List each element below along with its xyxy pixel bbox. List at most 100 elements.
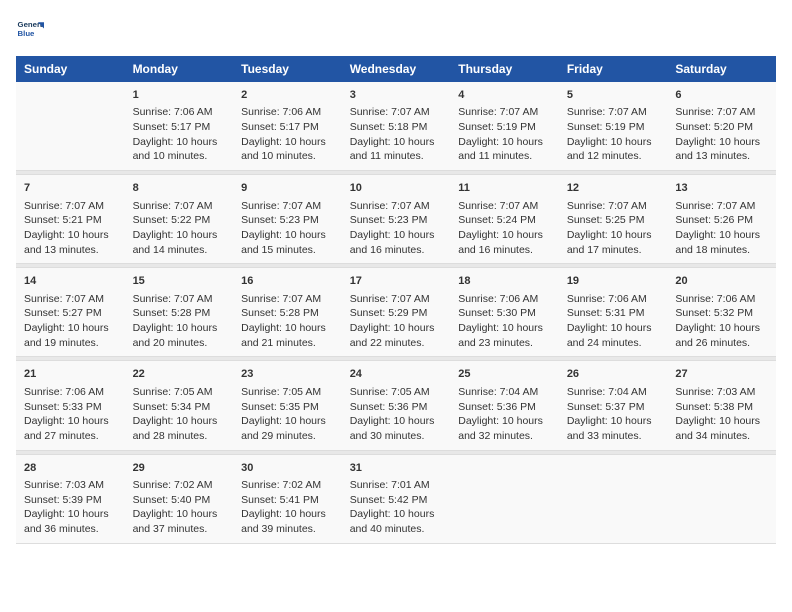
day-number: 8: [133, 181, 226, 196]
calendar-cell: 20Sunrise: 7:06 AMSunset: 5:32 PMDayligh…: [667, 268, 776, 357]
sunrise-text: Sunrise: 7:05 AM: [241, 386, 321, 398]
day-number: 18: [458, 274, 551, 289]
day-number: 7: [24, 181, 117, 196]
col-header-tuesday: Tuesday: [233, 56, 342, 82]
calendar-cell: 5 Sunrise: 7:07 AM Sunset: 5:19 PM Daylight…: [559, 82, 668, 171]
day-number: 1: [133, 88, 226, 103]
sunset-text: Sunset: 5:41 PM: [241, 494, 319, 506]
daylight-text: Daylight: 10 hours and 32 minutes.: [458, 415, 543, 442]
col-header-friday: Friday: [559, 56, 668, 82]
day-number: 12: [567, 181, 660, 196]
sunrise-text: Sunrise: 7:07 AM: [241, 200, 321, 212]
sunset-text: Sunset: 5:19 PM: [567, 121, 645, 133]
sunrise-text: Sunrise: 7:01 AM: [350, 479, 430, 491]
calendar-cell: [559, 454, 668, 543]
day-number: 26: [567, 367, 660, 382]
calendar-cell: 17Sunrise: 7:07 AMSunset: 5:29 PMDayligh…: [342, 268, 451, 357]
sunrise-text: Sunrise: 7:05 AM: [350, 386, 430, 398]
daylight-text: Daylight: 10 hours and 28 minutes.: [133, 415, 218, 442]
sunset-text: Sunset: 5:37 PM: [567, 401, 645, 413]
header-row: SundayMondayTuesdayWednesdayThursdayFrid…: [16, 56, 776, 82]
sunset-text: Sunset: 5:31 PM: [567, 307, 645, 319]
sunset-text: Sunset: 5:28 PM: [241, 307, 319, 319]
sunrise-text: Sunrise: 7:06 AM: [567, 293, 647, 305]
sunset-text: Sunset: 5:38 PM: [675, 401, 753, 413]
daylight-text: Daylight: 10 hours and 11 minutes.: [458, 136, 543, 163]
daylight-text: Daylight: 10 hours and 13 minutes.: [24, 229, 109, 256]
day-number: 19: [567, 274, 660, 289]
sunset-text: Sunset: 5:35 PM: [241, 401, 319, 413]
sunset-text: Sunset: 5:23 PM: [241, 214, 319, 226]
daylight-text: Daylight: 10 hours and 39 minutes.: [241, 508, 326, 535]
daylight-text: Daylight: 10 hours and 17 minutes.: [567, 229, 652, 256]
day-number: 22: [133, 367, 226, 382]
header: General Blue: [16, 16, 776, 44]
day-number: 6: [675, 88, 768, 103]
calendar-cell: 3Sunrise: 7:07 AMSunset: 5:18 PMDaylight…: [342, 82, 451, 171]
calendar-cell: 6Sunrise: 7:07 AMSunset: 5:20 PMDaylight…: [667, 82, 776, 171]
daylight-text: Daylight: 10 hours and 33 minutes.: [567, 415, 652, 442]
sunrise-text: Sunrise: 7:07 AM: [133, 200, 213, 212]
daylight-text: Daylight: 10 hours and 21 minutes.: [241, 322, 326, 349]
sunrise-text: Sunrise: 7:07 AM: [24, 293, 104, 305]
col-header-monday: Monday: [125, 56, 234, 82]
sunrise-text: Sunrise: 7:06 AM: [24, 386, 104, 398]
svg-text:Blue: Blue: [18, 29, 36, 38]
sunset-text: Sunset: 5:29 PM: [350, 307, 428, 319]
day-number: 11: [458, 181, 551, 196]
sunrise-text: Sunrise: 7:04 AM: [458, 386, 538, 398]
sunrise-text: Sunrise: 7:02 AM: [241, 479, 321, 491]
col-header-saturday: Saturday: [667, 56, 776, 82]
daylight-text: Daylight: 10 hours and 18 minutes.: [675, 229, 760, 256]
calendar-cell: 2Sunrise: 7:06 AMSunset: 5:17 PMDaylight…: [233, 82, 342, 171]
sunrise-text: Sunrise: 7:06 AM: [675, 293, 755, 305]
sunrise-text: Sunrise: 7:07 AM: [458, 200, 538, 212]
sunset-text: Sunset: 5:32 PM: [675, 307, 753, 319]
sunset-text: Sunset: 5:27 PM: [24, 307, 102, 319]
sunrise-text: Sunrise: 7:07 AM: [567, 200, 647, 212]
daylight-text: Daylight: 10 hours and 34 minutes.: [675, 415, 760, 442]
calendar-cell: 21Sunrise: 7:06 AMSunset: 5:33 PMDayligh…: [16, 361, 125, 450]
calendar-cell: 15Sunrise: 7:07 AMSunset: 5:28 PMDayligh…: [125, 268, 234, 357]
daylight-text: Daylight: 10 hours and 13 minutes.: [675, 136, 760, 163]
sunset-text: Sunset: 5:21 PM: [24, 214, 102, 226]
daylight-text: Daylight: 10 hours and 12 minutes.: [567, 136, 652, 163]
daylight-text: Daylight: 10 hours and 27 minutes.: [24, 415, 109, 442]
daylight-text: Daylight: 10 hours and 23 minutes.: [458, 322, 543, 349]
daylight-text: Daylight: 10 hours and 30 minutes.: [350, 415, 435, 442]
sunrise-text: Sunrise: 7:07 AM: [567, 106, 647, 118]
calendar-cell: 18Sunrise: 7:06 AMSunset: 5:30 PMDayligh…: [450, 268, 559, 357]
daylight-text: Daylight: 10 hours and 16 minutes.: [350, 229, 435, 256]
daylight-text: Daylight: 10 hours and 40 minutes.: [350, 508, 435, 535]
sunset-text: Sunset: 5:25 PM: [567, 214, 645, 226]
calendar-cell: 19Sunrise: 7:06 AMSunset: 5:31 PMDayligh…: [559, 268, 668, 357]
daylight-text: Daylight: 10 hours and 19 minutes.: [24, 322, 109, 349]
daylight-text: Daylight: 10 hours and 26 minutes.: [675, 322, 760, 349]
calendar-cell: 25Sunrise: 7:04 AMSunset: 5:36 PMDayligh…: [450, 361, 559, 450]
calendar-cell: 12 Sunrise: 7:07 AM Sunset: 5:25 PM Dayligh…: [559, 175, 668, 264]
day-number: 29: [133, 461, 226, 476]
day-number: 21: [24, 367, 117, 382]
sunrise-text: Sunrise: 7:07 AM: [241, 293, 321, 305]
sunset-text: Sunset: 5:19 PM: [458, 121, 536, 133]
sunrise-text: Sunrise: 7:07 AM: [458, 106, 538, 118]
day-number: 17: [350, 274, 443, 289]
calendar-cell: 16Sunrise: 7:07 AMSunset: 5:28 PMDayligh…: [233, 268, 342, 357]
day-number: 5: [567, 88, 660, 103]
sunset-text: Sunset: 5:28 PM: [133, 307, 211, 319]
daylight-text: Daylight: 10 hours and 29 minutes.: [241, 415, 326, 442]
daylight-text: Daylight: 10 hours and 11 minutes.: [350, 136, 435, 163]
sunrise-text: Sunrise: 7:05 AM: [133, 386, 213, 398]
daylight-text: Daylight: 10 hours and 16 minutes.: [458, 229, 543, 256]
logo-icon: General Blue: [16, 16, 44, 44]
calendar-table: SundayMondayTuesdayWednesdayThursdayFrid…: [16, 56, 776, 544]
daylight-text: Daylight: 10 hours and 15 minutes.: [241, 229, 326, 256]
day-number: 2: [241, 88, 334, 103]
sunset-text: Sunset: 5:36 PM: [350, 401, 428, 413]
day-number: 27: [675, 367, 768, 382]
sunset-text: Sunset: 5:17 PM: [241, 121, 319, 133]
daylight-text: Daylight: 10 hours and 36 minutes.: [24, 508, 109, 535]
day-number: 13: [675, 181, 768, 196]
sunset-text: Sunset: 5:20 PM: [675, 121, 753, 133]
calendar-cell: 23Sunrise: 7:05 AMSunset: 5:35 PMDayligh…: [233, 361, 342, 450]
